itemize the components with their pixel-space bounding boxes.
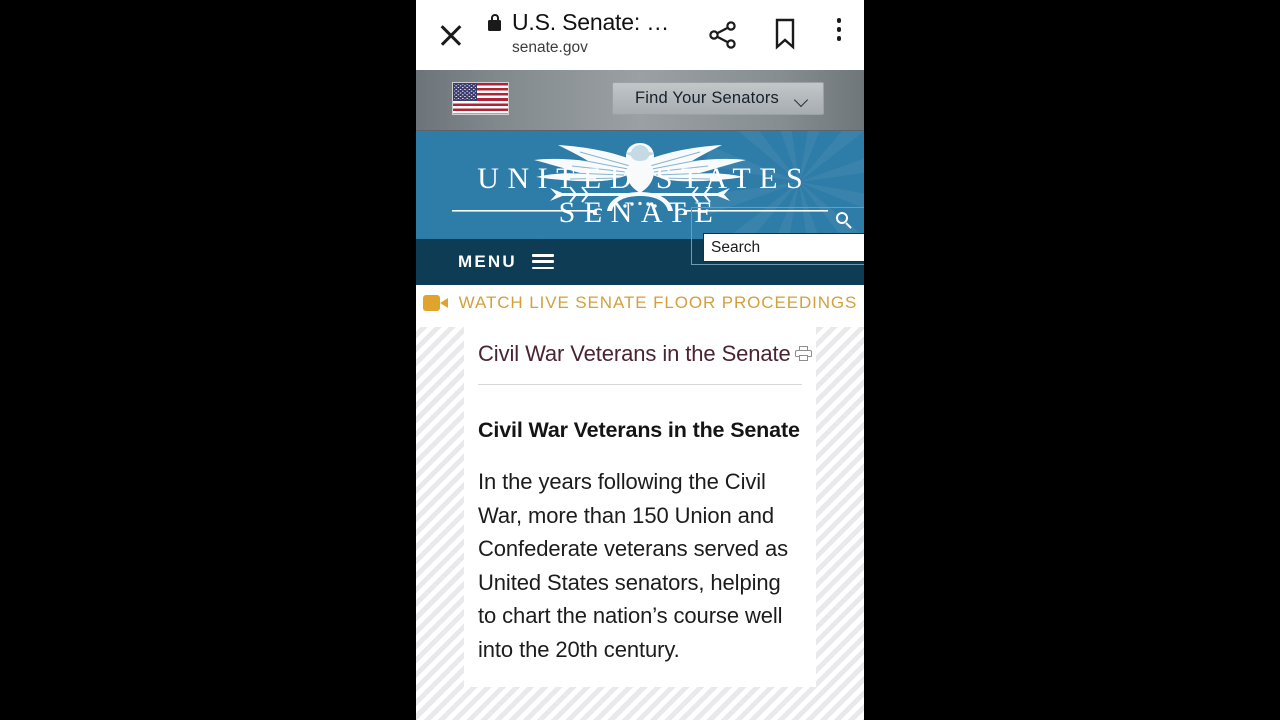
site-nav-bar: MENU: [416, 207, 864, 285]
gov-top-bar: Find Your Senators: [416, 70, 864, 131]
search-input[interactable]: [703, 233, 864, 262]
close-icon[interactable]: [434, 18, 468, 52]
phone-viewport: U.S. Senate: … senate.gov Find Your Sena…: [416, 0, 864, 720]
bookmark-icon[interactable]: [770, 17, 800, 51]
menu-label: MENU: [458, 252, 517, 271]
video-camera-icon: [422, 295, 448, 311]
watch-live-label: WATCH LIVE SENATE FLOOR PROCEEDINGS: [458, 293, 858, 312]
article-paragraph: In the years following the Civil War, mo…: [478, 469, 789, 662]
screen-root: U.S. Senate: … senate.gov Find Your Sena…: [0, 0, 1280, 720]
find-your-senators-dropdown[interactable]: Find Your Senators: [612, 82, 824, 115]
address-block[interactable]: U.S. Senate: … senate.gov: [512, 8, 712, 58]
more-options-icon[interactable]: [828, 18, 850, 52]
search-container: [691, 207, 864, 265]
article-title-text: Civil War Veterans in the Senate: [478, 341, 791, 366]
article-card: Civil War Veterans in the Senate Civil W…: [464, 327, 816, 687]
search-icon[interactable]: [836, 212, 853, 229]
page-title-text: U.S. Senate: …: [512, 9, 669, 35]
web-page: Find Your Senators UNITED STATES SENATE …: [416, 70, 864, 720]
article-title: Civil War Veterans in the Senate: [478, 339, 812, 369]
lock-icon: [488, 14, 501, 31]
hamburger-icon: [531, 254, 554, 273]
share-icon[interactable]: [706, 18, 740, 52]
host-text: senate.gov: [512, 39, 588, 56]
content-area: Civil War Veterans in the Senate Civil W…: [416, 327, 864, 687]
find-your-senators-label: Find Your Senators: [635, 89, 779, 107]
print-icon[interactable]: [794, 346, 812, 361]
section-heading: Civil War Veterans in the Senate: [478, 418, 800, 442]
live-proceedings-bar: WATCH LIVE SENATE FLOOR PROCEEDINGS: [416, 285, 864, 327]
browser-toolbar: U.S. Senate: … senate.gov: [416, 0, 864, 70]
watch-live-link[interactable]: WATCH LIVE SENATE FLOOR PROCEEDINGS: [416, 292, 864, 314]
title-divider: [478, 384, 802, 385]
us-flag-icon: [452, 82, 509, 115]
menu-button[interactable]: MENU: [458, 250, 554, 274]
